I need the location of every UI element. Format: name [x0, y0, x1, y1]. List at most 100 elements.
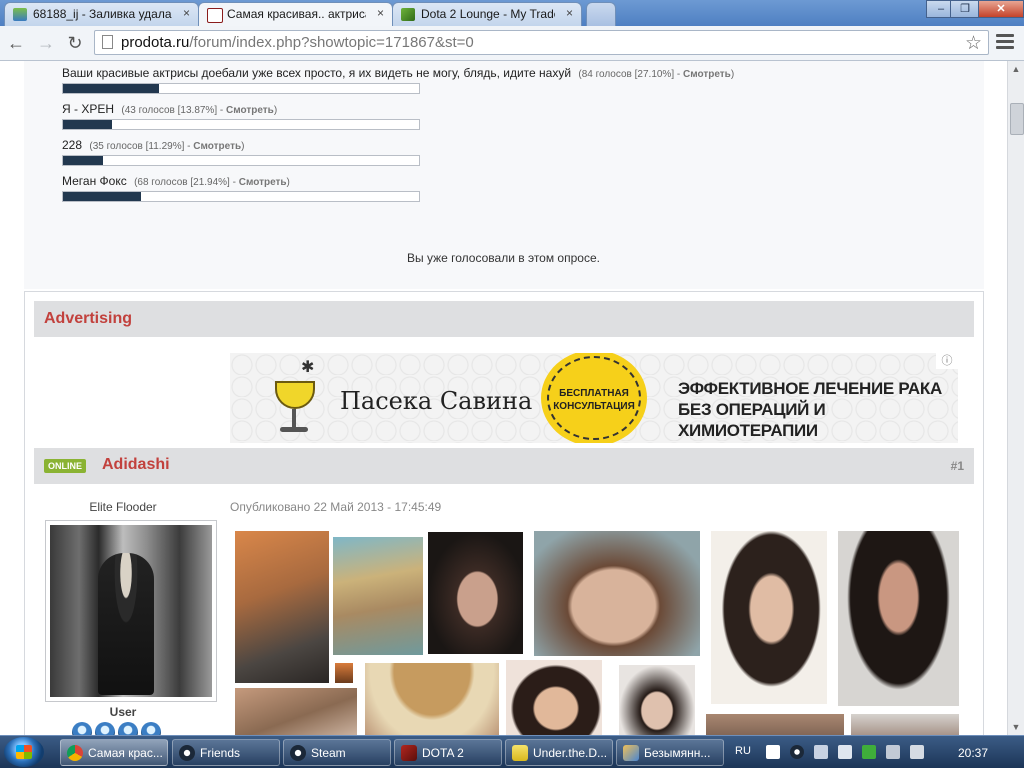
scroll-up-arrow-icon[interactable]: ▲	[1008, 61, 1024, 77]
network-icon[interactable]	[886, 745, 900, 759]
scrollbar-thumb[interactable]	[1010, 103, 1024, 135]
steam-icon	[179, 745, 195, 761]
poll-option: Ваши красивые актрисы доебали уже всех п…	[62, 66, 734, 94]
tab-inactive-1[interactable]: 68188_ij - Заливка удалас ×	[4, 2, 199, 26]
bookmark-star-icon[interactable]: ☆	[965, 32, 982, 55]
advertising-heading: Advertising	[34, 301, 974, 337]
poll-bar-fill	[63, 120, 113, 129]
tab-active[interactable]: Самая красивая.. актриса ×	[198, 2, 393, 26]
start-button[interactable]	[4, 737, 44, 767]
post-header: ONLINE Adidashi #1	[34, 448, 974, 484]
taskbar-item-label: Безымянн...	[644, 746, 711, 760]
view-voters-link[interactable]: Смотреть	[193, 141, 241, 152]
rank-pip-icon	[118, 722, 138, 735]
flag-icon[interactable]	[838, 745, 852, 759]
collage-photo[interactable]	[534, 531, 700, 656]
browser-tab-strip: 68188_ij - Заливка удалас × Самая красив…	[0, 0, 1024, 26]
poll-bar	[62, 119, 420, 130]
poll-option: Я - ХРЕН (43 голосов [13.87%] - Смотреть…	[62, 102, 420, 130]
tab-title: Dota 2 Lounge - My Trade	[421, 7, 555, 21]
advertising-banner[interactable]: ✱ Пасека Савина БЕСПЛАТНАЯ КОНСУЛЬТАЦИЯ …	[230, 353, 958, 443]
taskbar-item-label: Friends	[200, 746, 241, 760]
ad-badge: БЕСПЛАТНАЯ КОНСУЛЬТАЦИЯ	[541, 353, 647, 443]
taskbar-item[interactable]: Under.the.D...	[505, 739, 613, 766]
poll-option-label: 228	[62, 138, 83, 152]
reload-button[interactable]: ↻	[64, 32, 86, 54]
tab-close-icon[interactable]: ×	[377, 6, 384, 20]
taskbar-item[interactable]: Самая крас...	[60, 739, 168, 766]
page-icon	[102, 35, 113, 49]
url-text: prodota.ru/forum/index.php?showtopic=171…	[121, 34, 474, 51]
collage-photo[interactable]	[706, 714, 844, 735]
collage-photo[interactable]	[235, 688, 357, 735]
new-tab-button[interactable]	[586, 2, 616, 26]
taskbar-item[interactable]: Безымянн...	[616, 739, 724, 766]
collage-photo[interactable]	[235, 531, 329, 683]
scroll-down-arrow-icon[interactable]: ▼	[1008, 719, 1024, 735]
ad-badge-text: БЕСПЛАТНАЯ КОНСУЛЬТАЦИЯ	[553, 388, 635, 412]
close-window-button[interactable]: ✕	[978, 0, 1024, 18]
video-icon	[512, 745, 528, 761]
steam-tray-icon[interactable]	[790, 745, 804, 759]
maximize-button[interactable]: ❐	[950, 0, 980, 18]
poll-bar-fill	[63, 156, 104, 165]
image-favicon-icon	[13, 8, 27, 21]
ad-headline: ЭФФЕКТИВНОЕ ЛЕЧЕНИЕ РАКА БЕЗ ОПЕРАЦИЙ И …	[678, 378, 958, 441]
collage-photo[interactable]	[619, 665, 695, 735]
forward-button[interactable]: →	[35, 32, 57, 54]
poll-option-label: Меган Фокс	[62, 174, 127, 188]
chrome-icon	[67, 745, 83, 761]
taskbar-item[interactable]: Friends	[172, 739, 280, 766]
back-button[interactable]: ←	[5, 32, 27, 54]
tab-title: Самая красивая.. актриса	[227, 7, 366, 21]
tab-close-icon[interactable]: ×	[566, 6, 573, 20]
poll-option-stat: (68 голосов [21.94%] - Смотреть)	[134, 177, 290, 188]
rank-pip-icon	[72, 722, 92, 735]
language-indicator[interactable]: RU	[735, 745, 751, 757]
collage-photo[interactable]	[851, 714, 959, 735]
clock[interactable]: 20:37	[958, 746, 988, 760]
tab-close-icon[interactable]: ×	[183, 6, 190, 20]
checkmark-icon[interactable]	[862, 745, 876, 759]
collage-photo[interactable]	[838, 531, 959, 706]
windows-taskbar: Самая крас... Friends Steam DOTA 2 Under…	[0, 735, 1024, 768]
cup-stem	[292, 409, 296, 427]
avatar-photo	[50, 525, 212, 697]
calendar-icon[interactable]	[766, 745, 780, 759]
taskbar-item[interactable]: Steam	[283, 739, 391, 766]
page-scrollbar[interactable]: ▲ ▼	[1007, 61, 1024, 735]
already-voted-message: Вы уже голосовали в этом опросе.	[407, 251, 600, 265]
user-group: User	[109, 705, 137, 719]
collage-photo[interactable]	[428, 532, 523, 654]
address-bar[interactable]: prodota.ru/forum/index.php?showtopic=171…	[94, 30, 989, 55]
view-voters-link[interactable]: Смотреть	[239, 177, 287, 188]
collage-photo[interactable]	[711, 531, 827, 704]
steam-icon	[290, 745, 306, 761]
tab-inactive-2[interactable]: Dota 2 Lounge - My Trade ×	[392, 2, 582, 26]
collage-photo[interactable]	[333, 537, 423, 655]
ad-info-icon[interactable]: ⓘ	[936, 353, 958, 369]
poll-bar	[62, 155, 420, 166]
ad-headline-line1: ЭФФЕКТИВНОЕ ЛЕЧЕНИЕ РАКА	[678, 379, 942, 398]
taskbar-item[interactable]: DOTA 2	[394, 739, 502, 766]
windows-logo-icon	[16, 745, 32, 759]
view-voters-link[interactable]: Смотреть	[683, 69, 731, 80]
dota-lounge-favicon-icon	[401, 8, 415, 21]
collage-photo[interactable]	[365, 663, 499, 735]
post-number-link[interactable]: #1	[951, 459, 964, 473]
poll-bar-fill	[63, 192, 142, 201]
system-tray: RU 20:37	[730, 736, 1024, 769]
collage-photo-thumb[interactable]	[335, 663, 353, 683]
collage-photo[interactable]	[506, 660, 602, 735]
post-panel: Advertising ✱ Пасека Савина БЕСПЛАТНАЯ К…	[24, 291, 984, 735]
chrome-menu-icon[interactable]	[996, 34, 1014, 50]
input-icon[interactable]	[814, 745, 828, 759]
dota-icon	[401, 745, 417, 761]
post-author-link[interactable]: Adidashi	[102, 456, 170, 474]
cup-base	[280, 427, 308, 432]
speaker-icon[interactable]	[910, 745, 924, 759]
avatar[interactable]	[45, 520, 217, 702]
online-status-badge: ONLINE	[44, 459, 87, 473]
view-voters-link[interactable]: Смотреть	[226, 105, 274, 116]
ad-brand: Пасека Савина	[340, 387, 533, 415]
